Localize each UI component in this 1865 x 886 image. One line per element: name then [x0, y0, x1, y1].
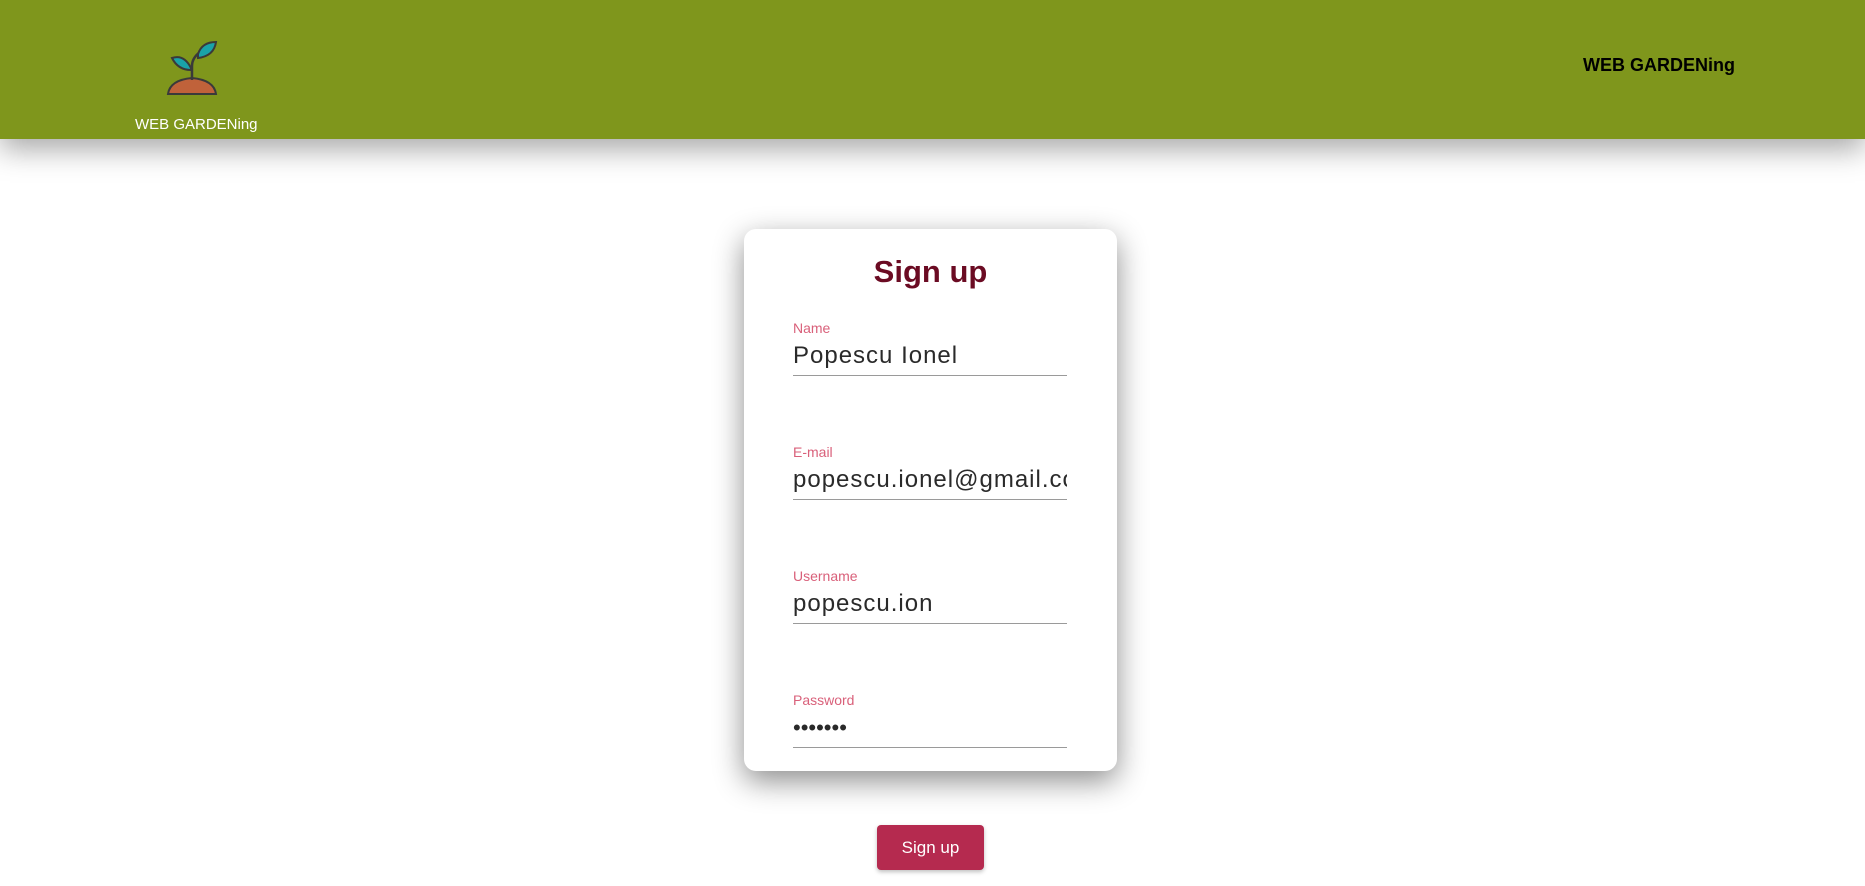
brand-logo-link[interactable]: WEB GARDENing — [130, 36, 260, 136]
password-label: Password — [793, 692, 855, 708]
nav-title-link[interactable]: WEB GARDENing — [1583, 55, 1735, 76]
email-label: E-mail — [793, 444, 833, 460]
name-input[interactable] — [793, 336, 1067, 376]
email-field-group: E-mail — [793, 444, 1067, 506]
username-field-group: Username — [793, 568, 1067, 630]
signup-card: Sign up Name E-mail Username Password — [744, 229, 1117, 771]
signup-title: Sign up — [873, 254, 988, 289]
username-label: Username — [793, 568, 858, 584]
brand-text: WEB GARDENing — [135, 116, 258, 133]
site-header: WEB GARDENing WEB GARDENing — [0, 0, 1865, 139]
name-label: Name — [793, 320, 831, 336]
signup-button[interactable]: Sign up — [877, 825, 984, 870]
sprout-icon — [166, 40, 218, 95]
name-field-group: Name — [793, 320, 1067, 382]
password-input[interactable] — [793, 708, 1067, 748]
email-input[interactable] — [793, 460, 1067, 500]
username-input[interactable] — [793, 584, 1067, 624]
password-field-group: Password — [793, 692, 1067, 754]
